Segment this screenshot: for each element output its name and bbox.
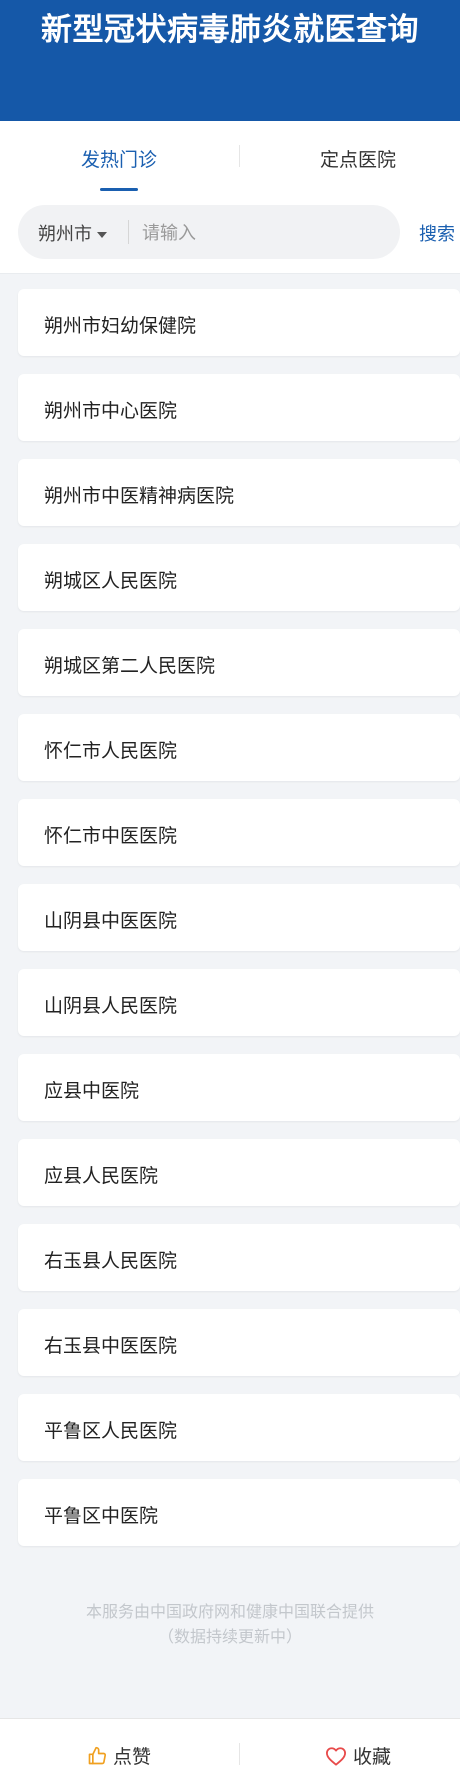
list-item[interactable]: 山阴县人民医院	[18, 969, 460, 1036]
hospital-name: 应县人民医院	[44, 1165, 159, 1187]
hospital-name: 右玉县中医医院	[44, 1335, 178, 1357]
city-select-label: 朔州市	[38, 224, 92, 245]
hospital-name: 平鲁区人民医院	[44, 1420, 178, 1442]
like-button[interactable]: 点赞	[4, 1742, 234, 1769]
search-input[interactable]	[140, 217, 384, 249]
page-title: 新型冠状病毒肺炎就医查询	[41, 12, 419, 48]
favorite-label: 收藏	[352, 1746, 391, 1768]
hospital-name: 朔州市中心医院	[44, 400, 178, 422]
hospital-name: 怀仁市人民医院	[44, 740, 178, 762]
list-item[interactable]: 怀仁市人民医院	[18, 714, 460, 781]
list-item[interactable]: 应县人民医院	[18, 1139, 460, 1206]
header: 新型冠状病毒肺炎就医查询	[0, 0, 460, 121]
bottom-divider	[239, 1743, 240, 1765]
hospital-list: 朔州市妇幼保健院 朔州市中心医院 朔州市中医精神病医院 朔城区人民医院 朔城区第…	[18, 289, 460, 1564]
city-select[interactable]: 朔州市	[38, 220, 107, 246]
list-item[interactable]: 朔州市中心医院	[18, 374, 460, 441]
heart-icon	[325, 1747, 346, 1766]
hospital-name: 朔州市妇幼保健院	[44, 315, 197, 337]
list-item[interactable]: 山阴县中医医院	[18, 884, 460, 951]
hospital-name: 朔州市中医精神病医院	[44, 485, 235, 507]
list-item[interactable]: 怀仁市中医医院	[18, 799, 460, 866]
list-item[interactable]: 朔州市妇幼保健院	[18, 289, 460, 356]
list-item[interactable]: 右玉县中医医院	[18, 1309, 460, 1376]
search-box: 朔州市	[18, 205, 400, 259]
search-divider	[128, 220, 129, 244]
like-label: 点赞	[112, 1746, 151, 1768]
hospital-name: 山阴县中医医院	[44, 910, 178, 932]
list-item[interactable]: 朔城区人民医院	[18, 544, 460, 611]
footer-note: 本服务由中国政府网和健康中国联合提供 （数据持续更新中）	[0, 1599, 460, 1649]
list-item[interactable]: 平鲁区中医院	[18, 1479, 460, 1546]
thumbs-up-icon	[88, 1746, 107, 1765]
hospital-name: 朔城区第二人民医院	[44, 655, 216, 677]
hospital-name: 应县中医院	[44, 1080, 140, 1102]
tab-bar: 发热门诊 定点医院	[0, 121, 460, 195]
footer-line-provider: 本服务由中国政府网和健康中国联合提供	[85, 1602, 374, 1621]
bottom-bar: 点赞 收藏	[0, 1718, 460, 1789]
active-tab-indicator	[100, 188, 138, 191]
hospital-name: 怀仁市中医医院	[44, 825, 178, 847]
hospital-name: 朔城区人民医院	[44, 570, 178, 592]
list-item[interactable]: 朔城区第二人民医院	[18, 629, 460, 696]
list-item[interactable]: 平鲁区人民医院	[18, 1394, 460, 1461]
tab-designated-hospital[interactable]: 定点医院	[243, 145, 460, 172]
list-item[interactable]: 应县中医院	[18, 1054, 460, 1121]
list-item[interactable]: 右玉县人民医院	[18, 1224, 460, 1291]
tab-fever-clinic[interactable]: 发热门诊	[4, 145, 234, 172]
search-button[interactable]: 搜索	[419, 220, 455, 246]
favorite-button[interactable]: 收藏	[243, 1742, 460, 1769]
footer-line-update: （数据持续更新中）	[157, 1627, 302, 1646]
list-item[interactable]: 朔州市中医精神病医院	[18, 459, 460, 526]
search-bar: 朔州市 搜索	[0, 195, 460, 274]
hospital-name: 右玉县人民医院	[44, 1250, 178, 1272]
hospital-name: 平鲁区中医院	[44, 1505, 159, 1527]
tab-divider	[239, 145, 240, 167]
caret-down-icon	[97, 232, 107, 238]
hospital-name: 山阴县人民医院	[44, 995, 178, 1017]
